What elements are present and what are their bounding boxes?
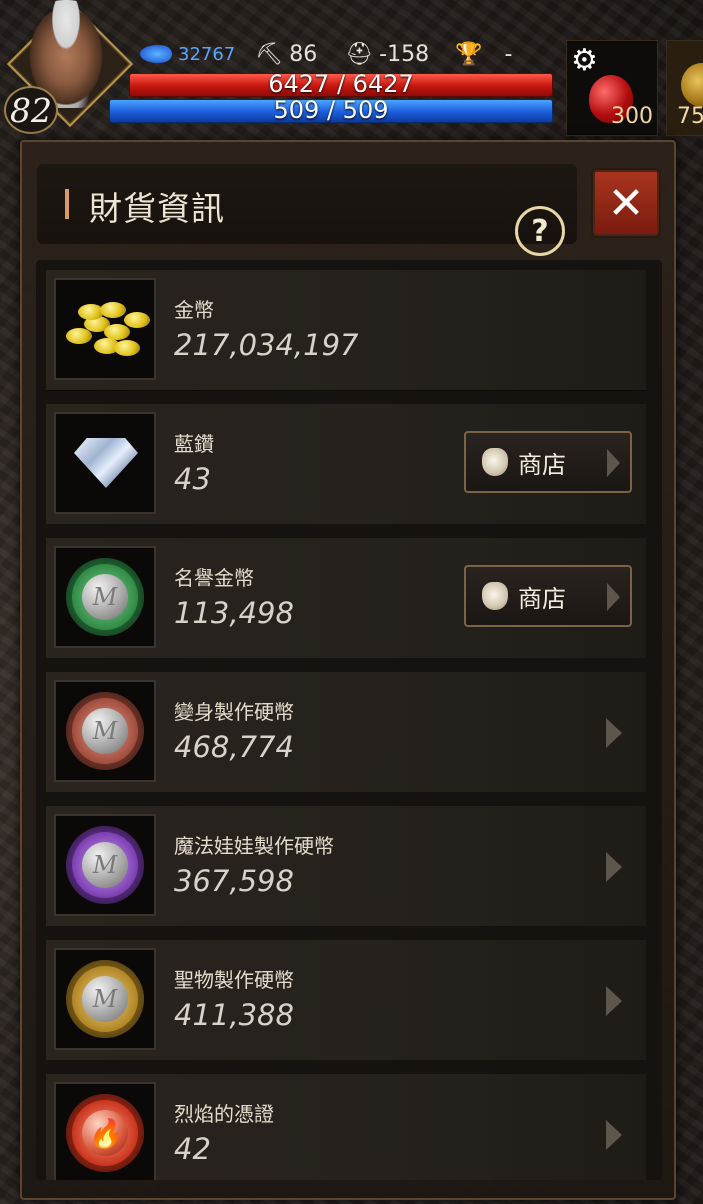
item-name: 烈焰的憑證 <box>174 1102 274 1126</box>
divider <box>46 390 646 391</box>
item-thumbnail <box>54 278 156 380</box>
panel-header: 財貨資訊 ? <box>37 164 577 256</box>
player-hud: 82 32767 ⛏ 86 ⛑ -158 🏆 - 6427 / 6427 509… <box>0 0 703 140</box>
item-name: 金幣 <box>174 298 214 322</box>
chevron-right-icon[interactable] <box>606 1120 622 1150</box>
quick-slot-potion[interactable]: ⚙ 300 <box>566 40 658 136</box>
stamina-value: 32767 <box>178 43 236 65</box>
stamina-icon <box>136 43 172 65</box>
transform-coin-icon <box>66 692 144 770</box>
gear-icon[interactable]: ⚙ <box>571 43 598 78</box>
hp-bar: 6427 / 6427 <box>130 70 552 98</box>
stat-rank: 🏆 - <box>455 42 512 67</box>
item-thumbnail <box>54 412 156 514</box>
item-value: 367,598 <box>174 864 294 898</box>
item-value: 43 <box>174 462 211 496</box>
item-thumbnail <box>54 948 156 1050</box>
rank-value: - <box>504 41 513 67</box>
honor-coin-icon <box>66 558 144 636</box>
blue-diamond-icon <box>74 438 138 488</box>
stat-gathering: ⛏ 86 <box>255 42 317 67</box>
potion-count: 300 <box>611 104 653 129</box>
gold-sack-icon <box>681 63 703 107</box>
shop-label: 商店 <box>518 584 566 613</box>
item-thumbnail <box>54 814 156 916</box>
bag-icon <box>482 582 508 610</box>
list-item[interactable]: 烈焰的憑證 42 <box>46 1074 646 1180</box>
chevron-right-icon[interactable] <box>606 852 622 882</box>
stat-row: 32767 ⛏ 86 ⛑ -158 🏆 - <box>136 40 512 68</box>
shop-button[interactable]: 商店 <box>464 565 632 627</box>
gathering-value: 86 <box>289 41 318 67</box>
chevron-right-icon[interactable] <box>606 986 622 1016</box>
help-button[interactable]: ? <box>515 206 565 256</box>
list-item: 藍鑽 43 商店 <box>46 404 646 524</box>
list-item[interactable]: 魔法娃娃製作硬幣 367,598 <box>46 806 646 926</box>
item-name: 名譽金幣 <box>174 566 254 590</box>
item-name: 藍鑽 <box>174 432 214 456</box>
item-thumbnail <box>54 1082 156 1180</box>
bag-icon <box>482 448 508 476</box>
item-value: 468,774 <box>174 730 294 764</box>
item-name: 聖物製作硬幣 <box>174 968 294 992</box>
currency-list[interactable]: 金幣 217,034,197 藍鑽 43 商店 名譽金幣 113,498 <box>36 260 662 1180</box>
title-accent <box>65 189 69 219</box>
item-thumbnail <box>54 546 156 648</box>
panel-title: 財貨資訊 <box>89 189 225 228</box>
sack-count: 75 <box>677 104 703 129</box>
flame-token-icon <box>66 1094 144 1172</box>
quick-slot-sack[interactable]: 75 <box>666 40 703 136</box>
defense-value: -158 <box>379 41 430 67</box>
list-item: 金幣 217,034,197 <box>46 270 646 391</box>
helmet-icon: ⛑ <box>345 41 374 67</box>
list-item[interactable]: 聖物製作硬幣 411,388 <box>46 940 646 1060</box>
item-name: 魔法娃娃製作硬幣 <box>174 834 334 858</box>
shop-button[interactable]: 商店 <box>464 431 632 493</box>
close-button[interactable]: ✕ <box>593 170 659 236</box>
list-item: 名譽金幣 113,498 商店 <box>46 538 646 658</box>
chevron-right-icon[interactable] <box>606 718 622 748</box>
relic-coin-icon <box>66 960 144 1038</box>
gold-coins-icon <box>64 294 150 364</box>
list-item[interactable]: 變身製作硬幣 468,774 <box>46 672 646 792</box>
chevron-right-icon <box>607 449 620 477</box>
mp-bar: 509 / 509 <box>110 96 552 124</box>
item-name: 變身製作硬幣 <box>174 700 294 724</box>
currency-panel: 財貨資訊 ? ✕ 金幣 217,034,197 藍鑽 43 商店 M 名譽金幣 … <box>20 140 676 1200</box>
pickaxe-icon: ⛏ <box>255 41 284 67</box>
item-value: 217,034,197 <box>174 328 359 362</box>
hp-text: 6427 / 6427 <box>268 70 414 98</box>
item-value: 113,498 <box>174 596 294 630</box>
stat-stamina: 32767 <box>136 43 235 65</box>
doll-coin-icon <box>66 826 144 904</box>
mp-text: 509 / 509 <box>273 96 389 124</box>
shop-label: 商店 <box>518 450 566 479</box>
item-value: 411,388 <box>174 998 294 1032</box>
chevron-right-icon <box>607 583 620 611</box>
stat-defense: ⛑ -158 <box>345 42 429 67</box>
item-thumbnail <box>54 680 156 782</box>
trophy-icon: 🏆 <box>455 41 483 67</box>
item-value: 42 <box>174 1132 211 1166</box>
level-badge: 82 <box>4 86 58 134</box>
